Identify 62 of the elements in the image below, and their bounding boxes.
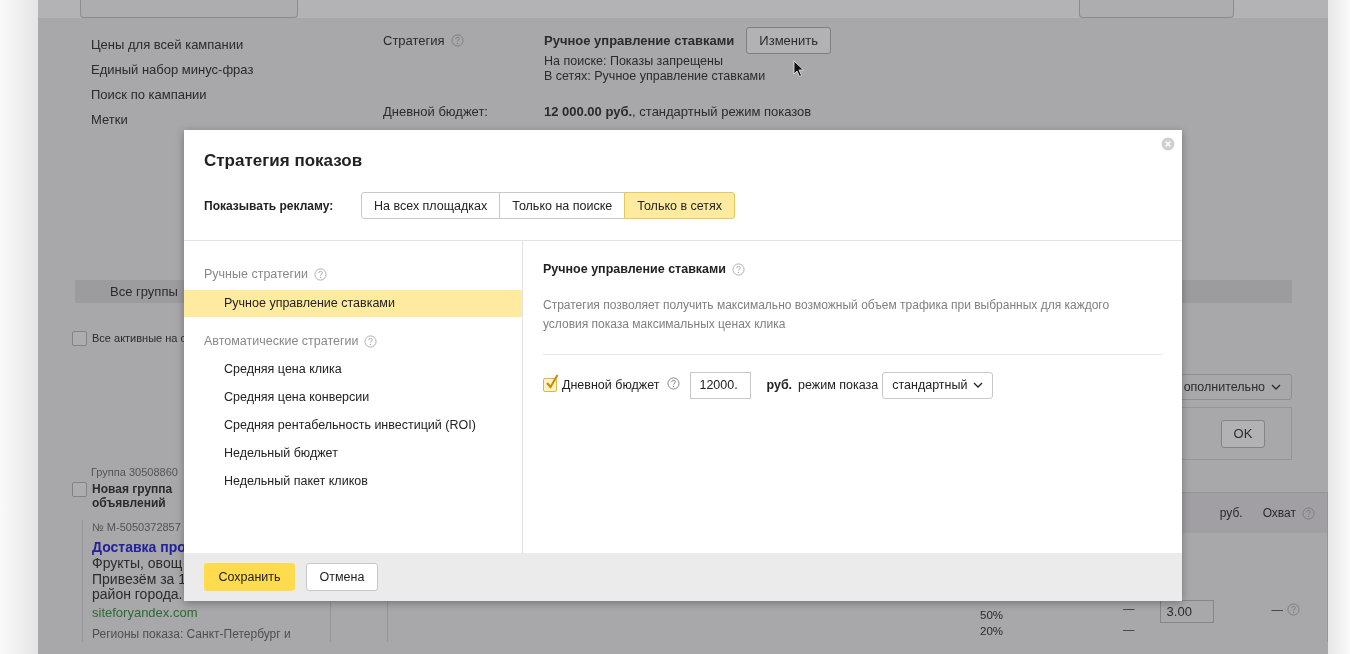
placement-tab[interactable]: Только на поиске: [499, 192, 626, 219]
budget-value: 12 000.00 руб., стандартный режим показов: [544, 104, 813, 119]
strategy-item[interactable]: Средняя цена клика: [184, 355, 522, 383]
chevron-icon: [1271, 384, 1281, 390]
strategy-item[interactable]: Средняя рентабельность инвестиций (ROI): [184, 411, 522, 439]
help-icon[interactable]: [364, 334, 378, 348]
regions-text: Регионы показа: Санкт-Петербург и: [92, 625, 292, 642]
strategy-detail: На поиске: Показы запрещены: [544, 54, 724, 69]
ad-number: № M-5050372857: [92, 520, 182, 534]
help-icon[interactable]: [732, 262, 745, 276]
placement-tab[interactable]: На всех площадках: [361, 192, 501, 219]
strategy-item[interactable]: Недельный пакет кликов: [184, 467, 522, 495]
cursor-icon: [793, 60, 805, 78]
dialog-title: Стратегия показов: [204, 150, 364, 172]
help-icon[interactable]: [667, 377, 681, 390]
strategy-description: Стратегия позволяет получить максимально возможный объем трафика при выбранных для каждого условия показа максимальных ценах клика: [543, 297, 1111, 333]
close-icon[interactable]: [1161, 137, 1175, 151]
strategy-group-title: Ручные стратегии: [204, 266, 309, 283]
table-cell-text: —: [1123, 601, 1135, 616]
help-icon[interactable]: [1302, 506, 1315, 520]
currency-label: руб.: [766, 378, 793, 392]
show-ads-label: Показывать рекламу:: [204, 198, 335, 213]
budget-field[interactable]: 12000.: [690, 371, 752, 399]
table-cell-text: 50%: [979, 608, 1004, 623]
checkbox[interactable]: [72, 482, 87, 497]
ad-text: район города.: [92, 587, 183, 603]
text-field[interactable]: [80, 0, 298, 18]
mode-dropdown[interactable]: стандартный: [882, 371, 994, 399]
strategy-title: Ручное управление ставками: [543, 261, 726, 278]
budget-label: Дневной бюджет: [562, 378, 660, 392]
text-field[interactable]: [1079, 0, 1234, 18]
strategy-group-title: Автоматические стратегии: [204, 333, 359, 350]
ok-button[interactable]: OK: [1221, 419, 1265, 448]
chevron-icon: [973, 382, 984, 388]
sidebar-link[interactable]: Цены для всей кампании: [91, 32, 383, 57]
budget-label: Дневной бюджет:: [383, 104, 489, 119]
change-button[interactable]: Изменить: [746, 27, 831, 54]
strategy-item[interactable]: Ручное управление ставками: [184, 290, 522, 317]
ad-text: Фрукты, овощ: [92, 556, 183, 572]
help-icon[interactable]: [1287, 602, 1301, 616]
strategy-detail: В сетях: Ручное управление ставками: [544, 69, 767, 84]
help-icon[interactable]: [450, 34, 464, 47]
help-icon[interactable]: [314, 267, 328, 281]
strategy-value: Ручное управление ставками: [544, 33, 735, 48]
strategy-item[interactable]: Средняя цена конверсии: [184, 383, 522, 411]
cancel-button[interactable]: Отмена: [306, 563, 378, 591]
sidebar-link[interactable]: Единый набор минус-фраз: [91, 57, 383, 82]
group-name: Новая группа объявлений: [92, 482, 174, 510]
checkbox[interactable]: [72, 330, 87, 346]
strategy-label: Стратегия: [383, 33, 445, 48]
strategy-item[interactable]: Недельный бюджет: [184, 439, 522, 467]
save-button[interactable]: Сохранить: [204, 563, 295, 591]
column-header: Охват: [1262, 506, 1296, 520]
group-id: Группа 30508860: [90, 465, 179, 480]
placement-tab[interactable]: Только в сетях: [624, 192, 736, 219]
table-cell-text: —: [1123, 622, 1135, 637]
sidebar-link[interactable]: Метки: [91, 107, 383, 132]
table-cell-text: 20%: [979, 624, 1004, 639]
table-cell: —: [1271, 603, 1284, 615]
sidebar-link[interactable]: Поиск по кампании: [91, 82, 383, 107]
column-header: руб.: [1219, 506, 1243, 520]
mode-label: режим показа: [798, 378, 879, 392]
